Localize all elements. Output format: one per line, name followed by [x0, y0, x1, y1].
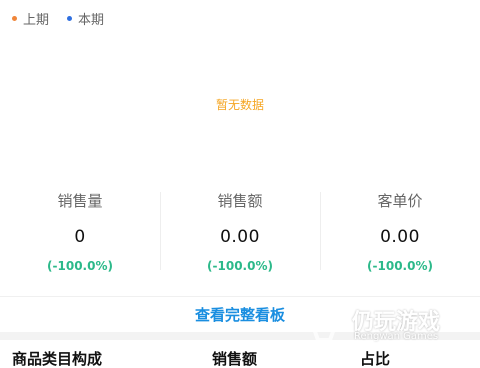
metric-change: (-100.0%) [207, 259, 273, 273]
metric-sales-amount: 销售额 0.00 (-100.0%) [160, 186, 320, 282]
column-header-sales: 销售额 [212, 350, 258, 368]
metric-sales-volume: 销售量 0 (-100.0%) [0, 186, 160, 282]
metrics-row: 销售量 0 (-100.0%) 销售额 0.00 (-100.0%) 客单价 0… [0, 186, 480, 282]
legend-label-previous: 上期 [23, 13, 50, 28]
legend-item-previous: 上期 [12, 9, 49, 28]
divider [0, 296, 480, 297]
metric-change: (-100.0%) [47, 259, 113, 273]
dashboard-page: 上期 本期 暂无数据 销售量 0 (-100.0%) 销售额 0.00 (-10… [0, 0, 480, 368]
metric-avg-order-value: 客单价 0.00 (-100.0%) [320, 186, 480, 282]
metric-value: 0 [74, 227, 86, 247]
metric-value: 0.00 [220, 227, 260, 247]
legend-item-current: 本期 [67, 9, 104, 28]
view-full-dashboard-link[interactable]: 查看完整看板 [0, 304, 480, 325]
column-header-category: 商品类目构成 [12, 350, 103, 368]
legend-label-current: 本期 [78, 13, 105, 28]
chart-legend: 上期 本期 [12, 9, 104, 28]
metric-label: 客单价 [377, 192, 423, 210]
empty-state-text: 暂无数据 [215, 98, 264, 112]
section-separator [0, 332, 480, 340]
metric-label: 销售量 [57, 192, 103, 210]
category-table-header: 商品类目构成 销售额 占比 [0, 346, 480, 368]
metric-label: 销售额 [217, 192, 263, 210]
legend-dot-previous [12, 16, 17, 21]
metric-change: (-100.0%) [367, 259, 433, 273]
column-header-share: 占比 [360, 350, 391, 368]
metric-value: 0.00 [380, 227, 420, 247]
legend-dot-current [67, 16, 73, 21]
